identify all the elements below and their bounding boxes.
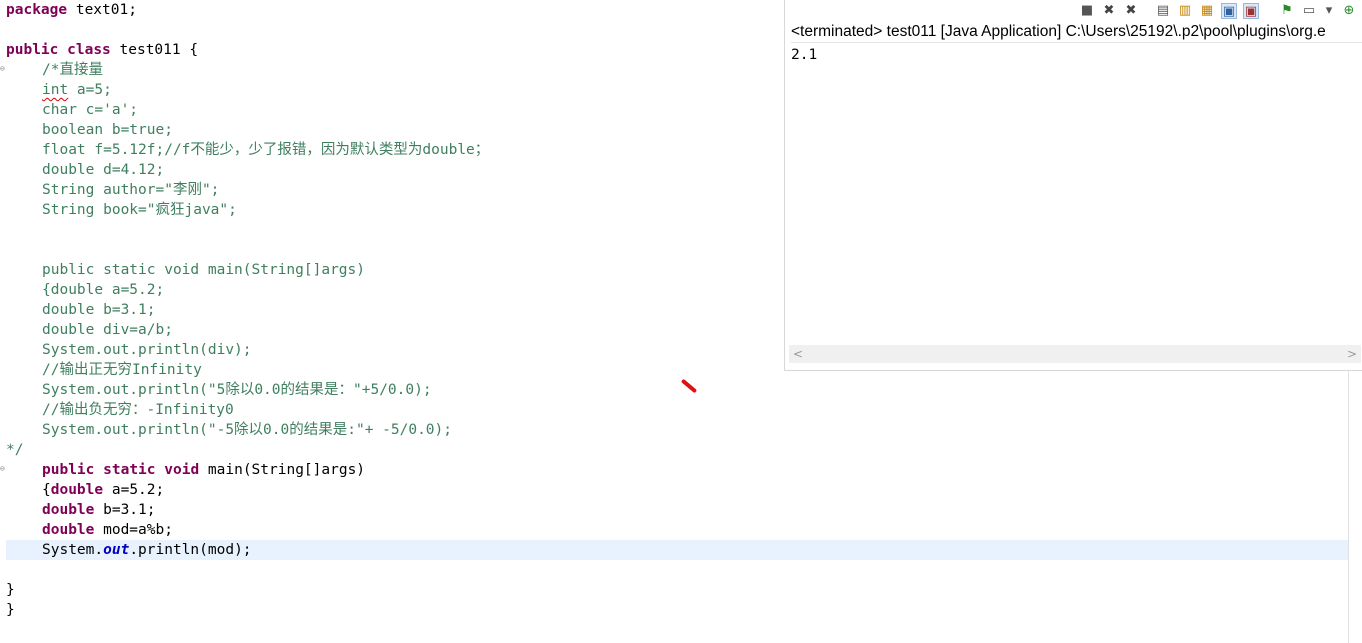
code-line-14[interactable]: public static void main(String[]args) [42,260,365,280]
code-line-11[interactable]: String book="疯狂java"; [42,200,237,220]
code-line-19[interactable]: //输出正无穷Infinity [42,360,202,380]
keyword: double [42,522,95,538]
code-line-31[interactable]: } [6,600,15,620]
code-line-16[interactable]: double b=3.1; [42,300,156,320]
word-wrap-icon[interactable]: ▦ [1199,3,1215,19]
show-on-stderr-icon[interactable]: ▣ [1243,3,1259,19]
chevron-right-icon[interactable]: > [1343,345,1361,363]
keyword: double [42,502,95,518]
code-line-24[interactable]: public static void main(String[]args) [42,460,365,480]
field-out: out [103,542,130,558]
chevron-left-icon[interactable]: < [789,345,807,363]
keyword: public [42,462,95,478]
code-line-5[interactable]: int a=5; [42,80,112,100]
code-text: int [42,82,69,98]
keyword: class [67,42,111,58]
code-line-26[interactable]: double b=3.1; [42,500,156,520]
display-console-icon[interactable]: ▭ [1301,3,1317,19]
code-line-15[interactable]: {double a=5.2; [42,280,164,300]
keyword: public [6,42,59,58]
console-output[interactable]: 2.1 [785,43,1362,345]
code-text: main(String[]args) [199,462,366,478]
pointer-annotation-icon [680,378,698,394]
code-line-4[interactable]: /*直接量 [42,60,103,80]
code-line-6[interactable]: char c='a'; [42,100,138,120]
fold-icon[interactable]: ⊖ [0,65,6,73]
scroll-lock-icon[interactable]: ▥ [1177,3,1193,19]
code-text: mod=a%b; [94,522,173,538]
code-line-3[interactable]: public class test011 { [6,40,198,60]
editor-scrollbar[interactable] [1348,370,1362,643]
code-line-17[interactable]: double div=a/b; [42,320,173,340]
console-title: <terminated> test011 [Java Application] … [791,22,1362,43]
fold-icon[interactable]: ⊖ [0,465,6,473]
code-line-9[interactable]: double d=4.12; [42,160,164,180]
console-horizontal-scrollbar[interactable]: < > [789,345,1361,363]
keyword: package [6,2,68,18]
code-line-23[interactable]: */ [6,440,23,460]
code-text: System. [42,542,104,558]
console-output-line: 2.1 [791,47,818,63]
code-text: .println(mod); [129,542,252,558]
terminate-icon[interactable]: ■ [1079,3,1095,19]
open-console-icon[interactable]: ⊕ [1341,3,1357,19]
code-line-25[interactable]: {double a=5.2; [42,480,164,500]
code-line-1[interactable]: package text01; [6,0,137,20]
keyword: void [164,462,200,478]
keyword: double [50,482,104,498]
pin-console-icon[interactable]: ⚑ [1279,3,1295,19]
code-line-10[interactable]: String author="李刚"; [42,180,219,200]
remove-all-terminated-icon[interactable]: ✖ [1123,3,1139,19]
console-toolbar: ■ ✖ ✖ ▤ ▥ ▦ ▣ ▣ ⚑ ▭ ▾ ⊕ [785,0,1362,22]
code-line-18[interactable]: System.out.println(div); [42,340,252,360]
show-on-stdout-icon[interactable]: ▣ [1221,3,1237,19]
code-line-30[interactable]: } [6,580,15,600]
code-line-22[interactable]: System.out.println("-5除以0.0的结果是:"+ -5/0.… [42,420,452,440]
code-text: { [42,482,51,498]
keyword: static [103,462,156,478]
console-menu-icon[interactable]: ▾ [1321,3,1337,19]
code-text: test011 { [110,42,199,58]
clear-console-icon[interactable]: ▤ [1155,3,1171,19]
console-view: ■ ✖ ✖ ▤ ▥ ▦ ▣ ▣ ⚑ ▭ ▾ ⊕ <terminated> tes… [784,0,1362,371]
remove-launch-icon[interactable]: ✖ [1101,3,1117,19]
code-line-27[interactable]: double mod=a%b; [42,520,173,540]
code-line-28[interactable]: System.out.println(mod); [42,540,252,560]
code-text: a=5.2; [103,482,165,498]
code-text: b=3.1; [94,502,156,518]
code-line-21[interactable]: //输出负无穷：-Infinity0 [42,400,234,420]
code-line-20[interactable]: System.out.println("5除以0.0的结果是："+5/0.0); [42,380,432,400]
code-line-7[interactable]: boolean b=true; [42,120,173,140]
code-text: text01; [67,2,137,18]
code-line-8[interactable]: float f=5.12f;//f不能少，少了报错，因为默认类型为double； [42,140,489,160]
